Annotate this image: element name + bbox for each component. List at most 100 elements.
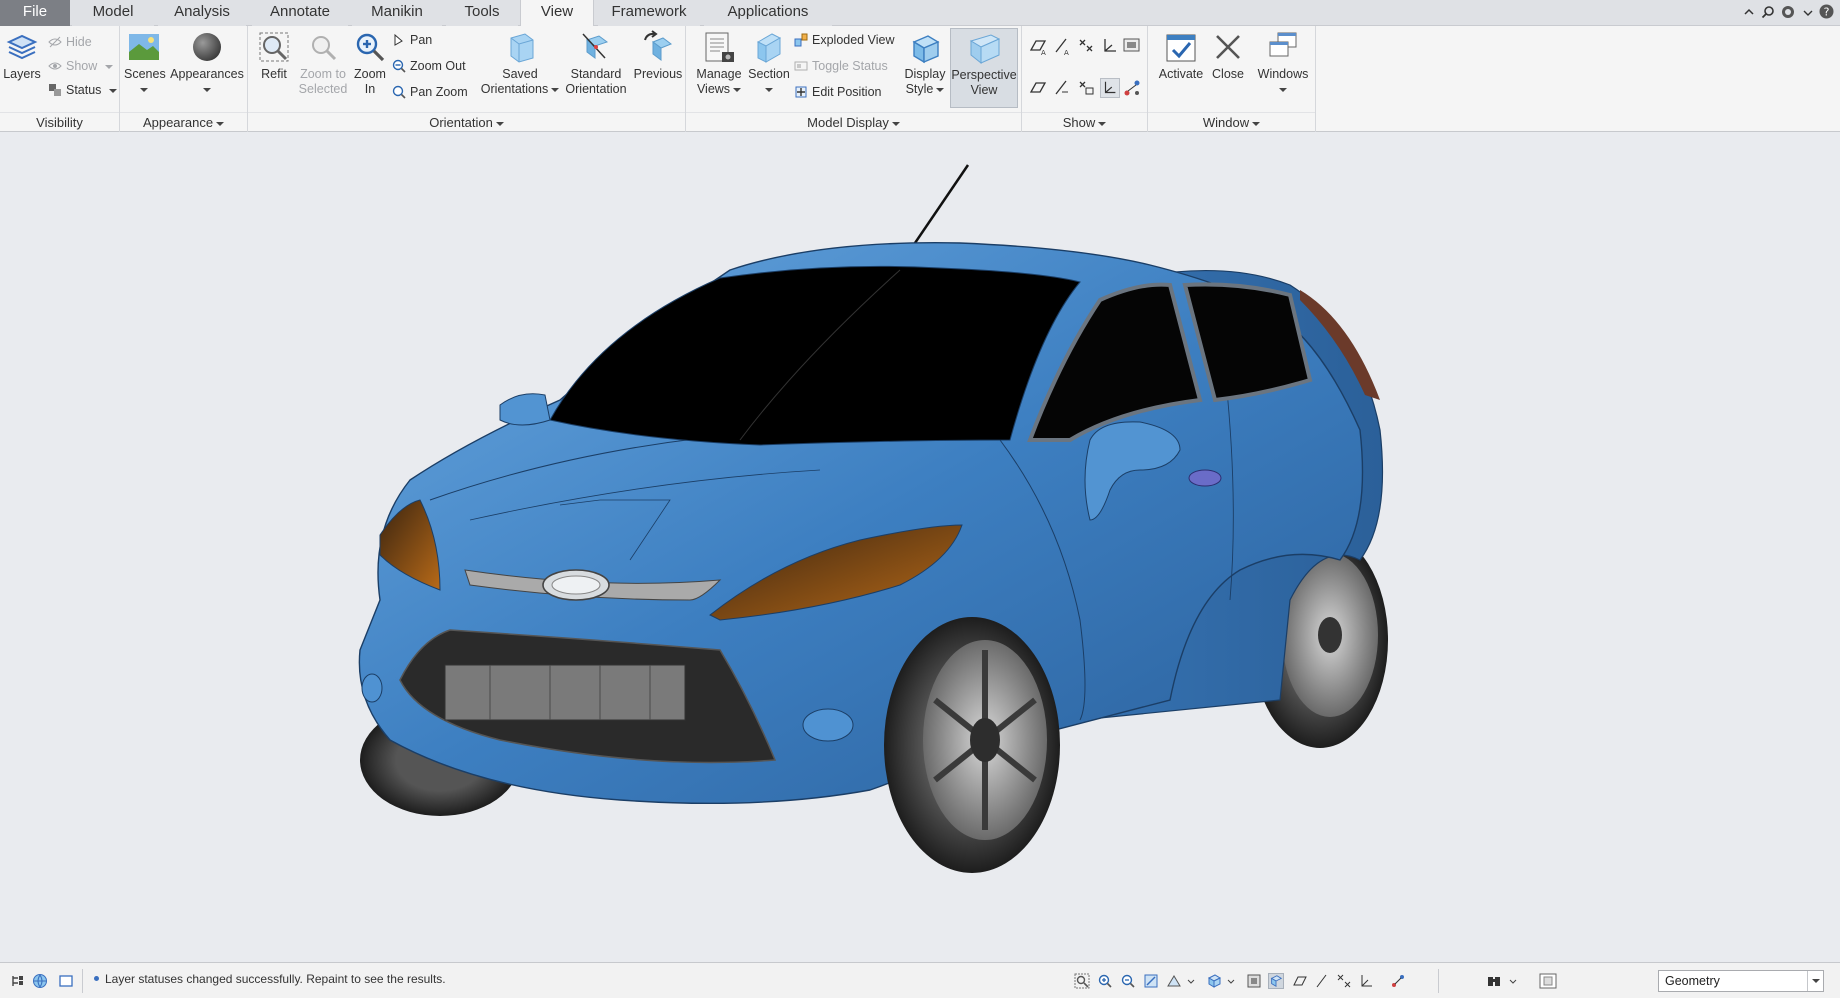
- spin-center-small-icon[interactable]: [1390, 973, 1406, 989]
- standard-orientation-button[interactable]: Standard Orientation: [560, 28, 632, 97]
- axis-display-icon[interactable]: A: [1052, 36, 1072, 56]
- axis-tag-icon[interactable]: [1052, 78, 1072, 98]
- browser-toggle-icon[interactable]: [32, 973, 48, 989]
- group-label-appearance[interactable]: Appearance: [120, 112, 247, 131]
- svg-text:?: ?: [1824, 6, 1830, 19]
- pan-zoom-icon: [392, 85, 406, 99]
- standard-orientation-icon: [582, 33, 609, 59]
- show-label: Show: [66, 59, 98, 73]
- graphics-viewport[interactable]: [0, 132, 1840, 962]
- annotation-display-icon[interactable]: [1122, 36, 1142, 56]
- fullscreen-toggle-icon[interactable]: [58, 973, 74, 989]
- status-button[interactable]: Status: [48, 80, 118, 100]
- refit-small-icon[interactable]: [1074, 973, 1090, 989]
- edit-position-label: Edit Position: [812, 85, 882, 99]
- chevron-down-icon[interactable]: [1803, 6, 1813, 21]
- exploded-view-button[interactable]: Exploded View: [794, 30, 894, 50]
- layers-button[interactable]: Layers: [2, 28, 42, 82]
- tab-model[interactable]: Model: [72, 0, 154, 26]
- tab-annotate[interactable]: Annotate: [252, 0, 348, 26]
- zoom-to-selected-button[interactable]: Zoom to Selected: [298, 28, 348, 97]
- selection-buffer-icon[interactable]: [1538, 973, 1558, 989]
- previous-button[interactable]: Previous: [632, 28, 684, 82]
- pan-button[interactable]: Pan: [392, 30, 432, 50]
- zoom-to-selected-icon: [312, 36, 337, 61]
- pan-label: Pan: [410, 33, 433, 47]
- toggle-status-button[interactable]: Toggle Status: [794, 56, 888, 76]
- plane-display-icon[interactable]: A: [1028, 36, 1048, 56]
- car-model[interactable]: [0, 132, 1840, 962]
- group-visibility: Layers Hide Show Status Visibility: [0, 26, 120, 132]
- appearances-button[interactable]: Appearances: [170, 28, 244, 97]
- windows-label: Windows: [1257, 67, 1309, 81]
- chevron-down-icon[interactable]: [1508, 973, 1518, 989]
- tab-framework[interactable]: Framework: [598, 0, 700, 26]
- group-model-display: Manage Views Section Exploded View Toggl…: [686, 26, 1022, 132]
- pan-zoom-button[interactable]: Pan Zoom: [392, 82, 468, 102]
- zoom-out-small-icon[interactable]: [1120, 973, 1136, 989]
- repaint-icon[interactable]: [1143, 973, 1159, 989]
- tab-manikin[interactable]: Manikin: [352, 0, 442, 26]
- windows-icon: [1269, 32, 1297, 57]
- standard-orientation-label-2: Orientation: [565, 82, 627, 96]
- tab-applications[interactable]: Applications: [704, 0, 832, 26]
- point-tag-icon[interactable]: [1076, 78, 1096, 98]
- point-display-small-icon[interactable]: [1336, 973, 1352, 989]
- hide-button[interactable]: Hide: [48, 32, 92, 52]
- manage-views-button[interactable]: Manage Views: [694, 28, 744, 97]
- display-style-button[interactable]: Display Style: [900, 28, 950, 97]
- layers-icon: [6, 34, 38, 60]
- tab-view[interactable]: View: [520, 0, 594, 27]
- close-label: Close: [1212, 67, 1244, 81]
- zoom-out-button[interactable]: Zoom Out: [392, 56, 466, 76]
- point-display-icon[interactable]: [1076, 36, 1096, 56]
- group-label-show[interactable]: Show: [1022, 112, 1147, 131]
- saved-orientations-button[interactable]: Saved Orientations: [480, 28, 560, 97]
- minimize-ribbon-icon[interactable]: [1743, 6, 1755, 21]
- show-button[interactable]: Show: [48, 56, 114, 76]
- tab-file[interactable]: File: [0, 0, 70, 26]
- refit-button[interactable]: Refit: [252, 28, 296, 82]
- model-tree-toggle-icon[interactable]: [10, 973, 26, 989]
- csys-tag-icon[interactable]: [1100, 78, 1120, 98]
- close-button[interactable]: Close: [1206, 28, 1250, 82]
- zoom-in-button[interactable]: Zoom In: [348, 28, 392, 97]
- spin-center-icon[interactable]: [1122, 78, 1142, 98]
- group-label-model-display[interactable]: Model Display: [686, 112, 1021, 131]
- hide-label: Hide: [66, 35, 92, 49]
- find-icon[interactable]: [1486, 973, 1502, 989]
- zoom-in-small-icon[interactable]: [1097, 973, 1113, 989]
- scenes-button[interactable]: Scenes: [124, 28, 166, 97]
- csys-display-icon[interactable]: [1100, 36, 1120, 56]
- activate-icon: [1166, 34, 1196, 62]
- section-button[interactable]: Section: [744, 28, 794, 97]
- csys-display-small-icon[interactable]: [1358, 973, 1374, 989]
- perspective-small-icon[interactable]: [1268, 973, 1284, 989]
- axis-display-small-icon[interactable]: [1314, 973, 1330, 989]
- edit-position-icon: [795, 86, 807, 98]
- tab-analysis[interactable]: Analysis: [158, 0, 246, 26]
- windows-button[interactable]: Windows: [1254, 28, 1312, 97]
- manage-views-label-1: Manage: [696, 67, 742, 81]
- group-orientation: Refit Zoom to Selected Zoom In Pan Zoom …: [248, 26, 686, 132]
- community-icon[interactable]: [1781, 5, 1797, 22]
- search-icon[interactable]: [1761, 5, 1775, 22]
- plane-display-small-icon[interactable]: [1292, 973, 1308, 989]
- scenes-icon: [129, 34, 159, 60]
- display-style-small-icon[interactable]: [1246, 973, 1262, 989]
- zoom-to-selected-label-2: Selected: [298, 82, 348, 96]
- group-label-orientation[interactable]: Orientation: [248, 112, 685, 131]
- activate-button[interactable]: Activate: [1154, 28, 1208, 82]
- group-label-window[interactable]: Window: [1148, 112, 1315, 131]
- chevron-down-icon[interactable]: [1226, 973, 1236, 989]
- selection-filter-dropdown[interactable]: Geometry: [1658, 970, 1824, 992]
- view-manager-icon[interactable]: [1206, 973, 1222, 989]
- tab-tools[interactable]: Tools: [446, 0, 518, 26]
- chevron-down-icon[interactable]: [1186, 973, 1196, 989]
- selection-filter-value: Geometry: [1665, 974, 1720, 988]
- plane-tag-icon[interactable]: [1028, 78, 1048, 98]
- saved-orientations-small-icon[interactable]: [1166, 973, 1182, 989]
- help-icon[interactable]: ?: [1819, 4, 1834, 22]
- edit-position-button[interactable]: Edit Position: [794, 82, 881, 102]
- perspective-view-toggle[interactable]: Perspective View: [950, 28, 1018, 108]
